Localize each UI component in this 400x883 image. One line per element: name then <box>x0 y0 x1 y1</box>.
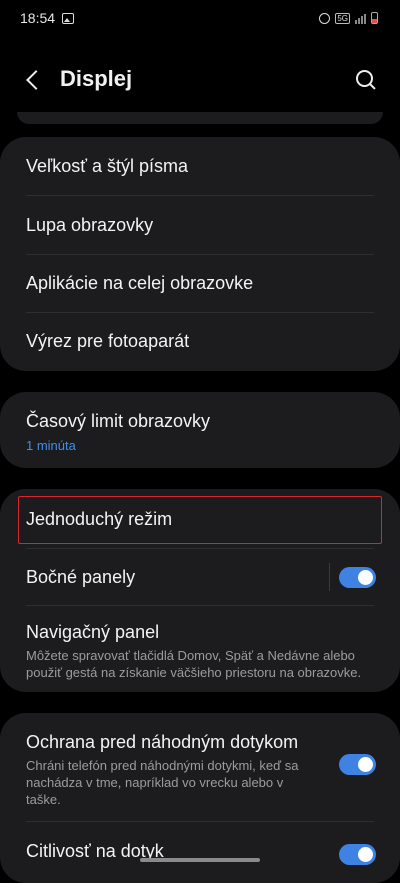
image-icon <box>62 12 75 24</box>
signal-icon <box>355 13 366 24</box>
settings-card-display-options: Veľkosť a štýl písma Lupa obrazovky Apli… <box>0 137 400 371</box>
network-badge: 5G <box>335 12 350 24</box>
toggle-knob <box>358 570 373 585</box>
previous-card-edge <box>17 112 383 124</box>
item-description: Chráni telefón pred náhodnými dotykmi, k… <box>26 758 299 807</box>
screen-zoom-item[interactable]: Lupa obrazovky <box>0 195 400 254</box>
accidental-touch-toggle[interactable] <box>339 754 376 775</box>
item-label: Výrez pre fotoaparát <box>26 331 190 351</box>
item-label: Lupa obrazovky <box>26 215 154 235</box>
item-label: Veľkosť a štýl písma <box>26 156 189 176</box>
item-label: Navigačný panel <box>26 622 160 642</box>
gesture-nav-handle[interactable] <box>140 858 260 862</box>
settings-card-timeout: Časový limit obrazovky 1 minúta <box>0 392 400 468</box>
item-description: Môžete spravovať tlačidlá Domov, Späť a … <box>26 648 362 680</box>
toggle-knob <box>358 757 373 772</box>
status-bar: 18:54 5G <box>0 0 400 36</box>
vertical-separator <box>329 563 330 591</box>
navigation-bar-item[interactable]: Navigačný panel Môžete spravovať tlačidl… <box>0 605 400 692</box>
alarm-icon <box>319 12 331 24</box>
status-left: 18:54 <box>20 10 75 26</box>
app-header: Displej <box>0 52 400 108</box>
item-label: Aplikácie na celej obrazovke <box>26 273 254 293</box>
highlight-box <box>18 496 382 544</box>
page-title: Displej <box>60 66 133 91</box>
item-label: Ochrana pred náhodným dotykom <box>26 732 299 752</box>
edge-panels-toggle[interactable] <box>339 567 376 588</box>
battery-icon <box>371 12 378 24</box>
status-right: 5G <box>319 12 378 24</box>
screen-timeout-item[interactable]: Časový limit obrazovky 1 minúta <box>0 392 400 468</box>
back-button[interactable] <box>20 66 48 94</box>
toggle-knob <box>358 847 373 862</box>
full-screen-apps-item[interactable]: Aplikácie na celej obrazovke <box>0 254 400 312</box>
item-value: 1 minúta <box>26 438 76 453</box>
item-label: Bočné panely <box>26 567 136 587</box>
touch-sensitivity-toggle[interactable] <box>339 844 376 865</box>
item-label: Časový limit obrazovky <box>26 411 211 431</box>
camera-cutout-item[interactable]: Výrez pre fotoaparát <box>0 312 400 371</box>
search-button[interactable] <box>354 68 378 92</box>
status-time: 18:54 <box>20 10 56 26</box>
font-size-style-item[interactable]: Veľkosť a štýl písma <box>0 137 400 195</box>
